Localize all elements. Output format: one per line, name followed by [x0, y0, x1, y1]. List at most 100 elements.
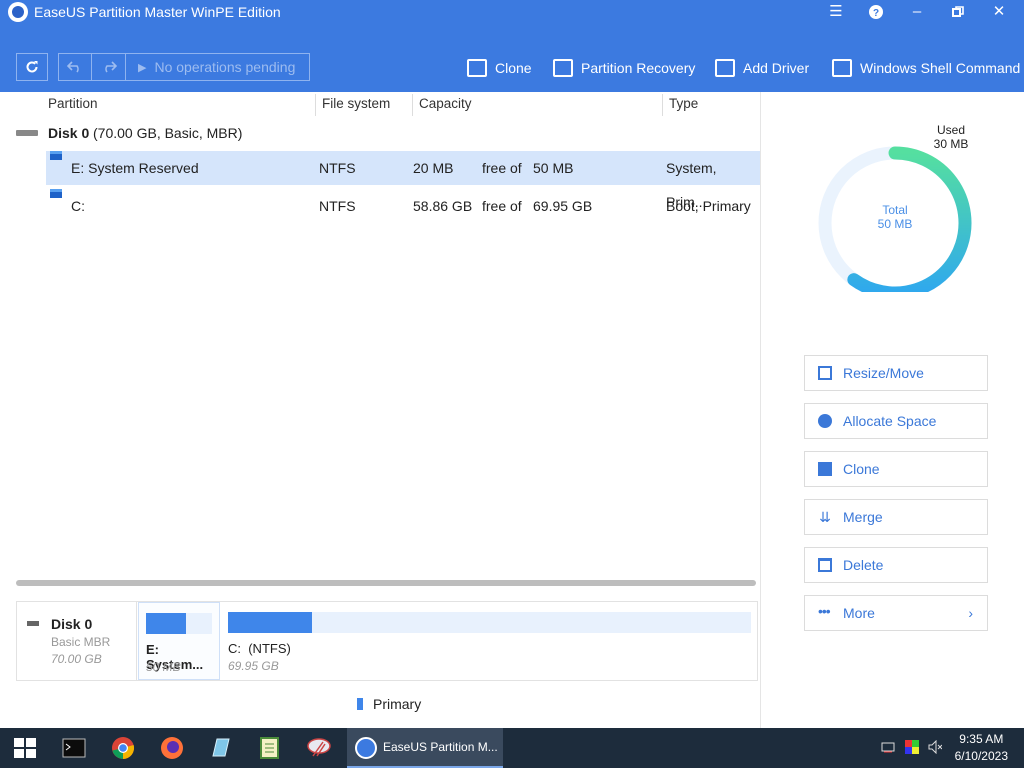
hard-disk-icon: [16, 130, 38, 136]
partition-row-e[interactable]: E: System Reserved NTFS 20 MB free of 50…: [46, 151, 760, 210]
partition-total: 50 MB: [533, 160, 574, 176]
clock-date: 6/10/2023: [954, 749, 1008, 763]
delete-button[interactable]: Delete: [804, 547, 988, 583]
partition-recovery-button[interactable]: Partition Recovery: [553, 56, 695, 80]
column-separator[interactable]: [315, 94, 316, 116]
undo-button[interactable]: [59, 54, 92, 80]
network-icon[interactable]: [881, 740, 895, 754]
clone-toolbar-button[interactable]: Clone: [467, 56, 532, 80]
operations-group: ▶ No operations pending: [58, 53, 310, 81]
snipping-tool-icon[interactable]: [307, 736, 331, 760]
terminal-icon: [832, 59, 852, 77]
column-header-type[interactable]: Type: [669, 92, 698, 116]
used-caption: Used 30 MB: [923, 123, 979, 151]
windows-shell-command-label: Windows Shell Command: [860, 60, 1021, 76]
pending-label: No operations pending: [154, 59, 296, 75]
used-value: 30 MB: [933, 137, 969, 151]
partition-name: C:: [71, 198, 85, 214]
system-clock[interactable]: 9:35 AM 6/10/2023: [955, 731, 1008, 765]
partition-fs: NTFS: [319, 198, 356, 214]
total-caption: Total 50 MB: [865, 203, 925, 231]
minimize-icon[interactable]: –: [897, 1, 937, 23]
help-icon[interactable]: ?: [856, 1, 896, 23]
chevron-right-icon: ›: [968, 605, 973, 621]
partition-free-of: free of: [482, 160, 522, 176]
total-label: Total: [882, 203, 908, 217]
partition-icon: [50, 189, 62, 198]
add-driver-button[interactable]: Add Driver: [715, 56, 809, 80]
disk-map: Disk 0 Basic MBR 70.00 GB E: System... 5…: [16, 601, 758, 681]
title-bar[interactable]: EaseUS Partition Master WinPE Edition ☰ …: [0, 0, 1024, 24]
redo-button[interactable]: [92, 54, 125, 80]
chrome-icon[interactable]: [111, 736, 135, 760]
windows-start-icon[interactable]: [13, 736, 37, 760]
column-header-partition[interactable]: Partition: [48, 92, 98, 116]
notepad-icon[interactable]: [258, 736, 282, 760]
partition-name: E: System Reserved: [71, 160, 199, 176]
disk-row[interactable]: Disk 0 (70.00 GB, Basic, MBR): [0, 120, 760, 146]
apply-pending-button[interactable]: ▶ No operations pending: [125, 54, 307, 80]
column-header-file-system[interactable]: File system: [322, 92, 390, 116]
disk-map-partition-c[interactable]: C: (NTFS) 69.95 GB: [222, 602, 757, 680]
disk-map-name: Disk 0: [51, 616, 93, 632]
allocate-space-button[interactable]: Allocate Space: [804, 403, 988, 439]
column-separator[interactable]: [662, 94, 663, 116]
more-icon: •••: [818, 603, 831, 619]
clone-icon: [818, 462, 832, 476]
partition-size: 69.95 GB: [228, 659, 279, 673]
hard-disk-icon: [27, 621, 39, 626]
firefox-icon[interactable]: [160, 736, 184, 760]
display-color-icon[interactable]: [905, 740, 919, 754]
partition-usage-fill: [228, 612, 312, 633]
undo-icon: [67, 61, 79, 73]
refresh-button[interactable]: [17, 54, 47, 80]
partition-list: Partition File system Capacity Type Disk…: [0, 92, 760, 592]
disk-name: Disk 0: [48, 125, 90, 141]
partition-usage-bar: [146, 613, 212, 634]
more-button[interactable]: ••• More ›: [804, 595, 988, 631]
refresh-icon: [26, 61, 38, 73]
trash-icon: [818, 558, 832, 572]
clone-button[interactable]: Clone: [804, 451, 988, 487]
volume-muted-icon[interactable]: [928, 740, 942, 754]
disk-map-size: 70.00 GB: [51, 652, 102, 666]
svg-text:?: ?: [873, 8, 879, 19]
add-driver-label: Add Driver: [743, 60, 810, 76]
file-explorer-icon[interactable]: [209, 736, 233, 760]
partition-type: Boot, Primary: [666, 198, 751, 214]
used-label: Used: [936, 123, 965, 137]
windows-shell-command-button[interactable]: Windows Shell Command: [832, 56, 1020, 80]
play-icon: ▶: [138, 61, 147, 74]
partition-icon: [50, 151, 62, 160]
partition-row-c[interactable]: C: NTFS 58.86 GB free of 69.95 GB Boot, …: [46, 189, 760, 223]
legend-label: Primary: [373, 696, 422, 712]
menu-icon[interactable]: ☰: [816, 1, 856, 23]
taskbar: EaseUS Partition M... 9:35 AM 6/10/2023: [0, 728, 1024, 768]
clone-label: Clone: [495, 60, 532, 76]
command-prompt-icon[interactable]: [62, 736, 86, 760]
disk-map-partition-e[interactable]: E: System... 50 MB: [138, 602, 220, 680]
partition-free-of: free of: [482, 198, 522, 214]
partition-label: C: (NTFS): [228, 641, 291, 656]
merge-label: Merge: [843, 509, 883, 525]
disk-map-type: Basic MBR: [51, 635, 111, 649]
partition-fs: NTFS: [319, 160, 356, 176]
merge-icon: ⇊: [819, 509, 831, 525]
taskbar-easeus-app[interactable]: EaseUS Partition M...: [347, 728, 503, 768]
horizontal-scrollbar[interactable]: [16, 580, 756, 586]
disk-map-disk[interactable]: Disk 0 Basic MBR 70.00 GB: [17, 602, 137, 680]
restore-icon[interactable]: [938, 1, 978, 23]
resize-move-button[interactable]: Resize/Move: [804, 355, 988, 391]
resize-move-label: Resize/Move: [843, 365, 924, 381]
total-value: 50 MB: [877, 217, 913, 231]
close-icon[interactable]: ✕: [979, 1, 1019, 23]
partition-total: 69.95 GB: [533, 198, 593, 214]
column-header-capacity[interactable]: Capacity: [419, 92, 472, 116]
merge-button[interactable]: ⇊ Merge: [804, 499, 988, 535]
delete-label: Delete: [843, 557, 884, 573]
partition-recovery-label: Partition Recovery: [581, 60, 696, 76]
operations-panel: Used 30 MB Total 50 MB Resize/Move Alloc…: [760, 92, 1024, 728]
column-separator[interactable]: [412, 94, 413, 116]
app-header: EaseUS Partition Master WinPE Edition ☰ …: [0, 0, 1024, 92]
partition-free: 58.86 GB: [413, 198, 473, 214]
